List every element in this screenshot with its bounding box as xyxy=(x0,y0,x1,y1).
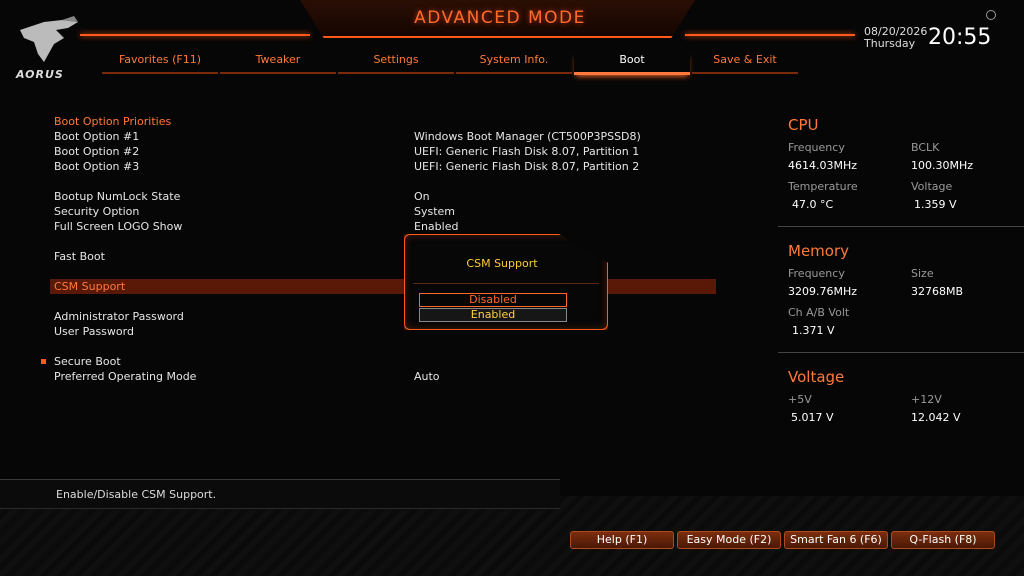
setting-value: Auto xyxy=(414,370,440,383)
panel-divider xyxy=(778,226,1024,227)
help-bar: Enable/Disable CSM Support. xyxy=(0,479,560,509)
help-button[interactable]: Help (F1) xyxy=(570,531,674,549)
setting-label: User Password xyxy=(54,325,134,338)
memory-size-label: Size xyxy=(911,267,934,280)
smart-fan-button[interactable]: Smart Fan 6 (F6) xyxy=(784,531,888,549)
memory-chab-label: Ch A/B Volt xyxy=(788,306,850,319)
hardware-monitor-panel: CPU Frequency BCLK 4614.03MHz 100.30MHz … xyxy=(778,108,1024,428)
fast-boot-row[interactable]: Fast Boot xyxy=(50,249,716,264)
setting-label: Boot Option #3 xyxy=(54,160,140,173)
cpu-voltage-value: 1.359 V xyxy=(914,198,957,211)
security-option-row[interactable]: Security Option System xyxy=(50,204,716,219)
boot-option-2[interactable]: Boot Option #2 UEFI: Generic Flash Disk … xyxy=(50,144,716,159)
setting-value: Windows Boot Manager (CT500P3PSSD8) xyxy=(414,130,641,143)
header: ADVANCED MODE AORUS 08/20/2026 Thursday … xyxy=(0,0,1024,81)
memory-frequency-label: Frequency xyxy=(788,267,845,280)
voltage-title: Voltage xyxy=(788,368,845,386)
popup-title: CSM Support xyxy=(466,257,538,270)
date-display: 08/20/2026 Thursday xyxy=(864,26,927,50)
panel-divider xyxy=(778,352,1024,353)
popup-divider xyxy=(413,283,599,284)
user-password-row[interactable]: User Password xyxy=(50,324,716,339)
boot-settings-list: Boot Option Priorities Boot Option #1 Wi… xyxy=(0,110,760,480)
cpu-bclk-value: 100.30MHz xyxy=(911,159,974,172)
boot-option-3[interactable]: Boot Option #3 UEFI: Generic Flash Disk … xyxy=(50,159,716,174)
preferred-mode-row[interactable]: Preferred Operating Mode Auto xyxy=(50,369,716,384)
header-line-right xyxy=(685,34,855,36)
setting-label: Bootup NumLock State xyxy=(54,190,181,203)
bootup-numlock-row[interactable]: Bootup NumLock State On xyxy=(50,189,716,204)
settings-icon[interactable] xyxy=(986,10,996,20)
memory-title: Memory xyxy=(788,242,850,260)
voltage-5v-label: +5V xyxy=(788,393,812,406)
cpu-voltage-label: Voltage xyxy=(911,180,953,193)
voltage-5v-value: 5.017 V xyxy=(791,411,834,424)
setting-label: Boot Option #1 xyxy=(54,130,140,143)
logo-show-row[interactable]: Full Screen LOGO Show Enabled xyxy=(50,219,716,234)
easy-mode-button[interactable]: Easy Mode (F2) xyxy=(677,531,781,549)
boot-option-1[interactable]: Boot Option #1 Windows Boot Manager (CT5… xyxy=(50,129,716,144)
voltage-12v-value: 12.042 V xyxy=(911,411,961,424)
voltage-12v-label: +12V xyxy=(911,393,942,406)
clock: 20:55 xyxy=(928,25,992,50)
day: Thursday xyxy=(864,37,916,50)
setting-label: Administrator Password xyxy=(54,310,184,323)
tab-save-exit[interactable]: Save & Exit xyxy=(692,52,798,74)
tab-settings[interactable]: Settings xyxy=(338,52,454,74)
admin-password-row[interactable]: Administrator Password xyxy=(50,309,716,324)
cpu-frequency-label: Frequency xyxy=(788,141,845,154)
cpu-temp-value: 47.0 °C xyxy=(792,198,834,211)
setting-label: Secure Boot xyxy=(54,355,121,368)
tab-boot[interactable]: Boot xyxy=(574,52,690,75)
memory-size-value: 32768MB xyxy=(911,285,964,298)
header-line-left xyxy=(80,34,310,36)
csm-support-popup: CSM Support Disabled Enabled xyxy=(404,234,608,330)
cpu-temp-label: Temperature xyxy=(788,180,858,193)
option-enabled[interactable]: Enabled xyxy=(419,308,567,322)
tab-system-info[interactable]: System Info. xyxy=(456,52,572,74)
setting-label: Security Option xyxy=(54,205,140,218)
mode-title: ADVANCED MODE xyxy=(414,8,586,28)
csm-support-row[interactable]: CSM Support xyxy=(50,279,716,294)
tab-favorites[interactable]: Favorites (F11) xyxy=(102,52,218,74)
setting-label: Preferred Operating Mode xyxy=(54,370,197,383)
setting-label: Full Screen LOGO Show xyxy=(54,220,183,233)
memory-frequency-value: 3209.76MHz xyxy=(788,285,858,298)
cpu-title: CPU xyxy=(788,116,819,134)
section-label: Boot Option Priorities xyxy=(54,115,172,128)
tab-tweaker[interactable]: Tweaker xyxy=(220,52,336,74)
submenu-bullet-icon xyxy=(41,359,46,364)
boot-priorities-header: Boot Option Priorities xyxy=(50,114,716,129)
q-flash-button[interactable]: Q-Flash (F8) xyxy=(891,531,995,549)
memory-chab-value: 1.371 V xyxy=(792,324,835,337)
setting-value: Enabled xyxy=(414,220,459,233)
help-text: Enable/Disable CSM Support. xyxy=(56,488,217,501)
setting-value: UEFI: Generic Flash Disk 8.07, Partition… xyxy=(414,145,640,158)
brand-text: AORUS xyxy=(16,68,64,81)
secure-boot-row[interactable]: Secure Boot xyxy=(41,354,716,369)
cpu-frequency-value: 4614.03MHz xyxy=(788,159,858,172)
setting-value: System xyxy=(414,205,456,218)
option-disabled[interactable]: Disabled xyxy=(419,293,567,307)
setting-label: CSM Support xyxy=(54,280,126,293)
setting-value: UEFI: Generic Flash Disk 8.07, Partition… xyxy=(414,160,640,173)
setting-label: Boot Option #2 xyxy=(54,145,140,158)
setting-value: On xyxy=(414,190,430,203)
setting-label: Fast Boot xyxy=(54,250,105,263)
cpu-bclk-label: BCLK xyxy=(911,141,940,154)
